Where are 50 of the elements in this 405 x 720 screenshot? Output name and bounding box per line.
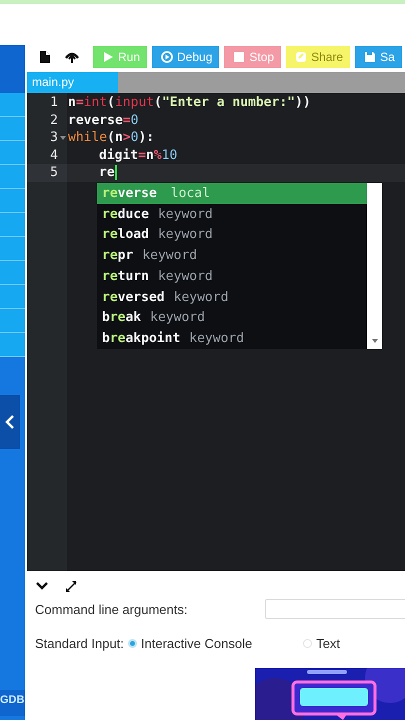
sidebar-item[interactable] xyxy=(0,93,25,117)
share-icon xyxy=(295,51,308,63)
suggestion-item[interactable]: reduce keyword xyxy=(97,204,367,224)
code-line: while(n>0): xyxy=(68,130,154,146)
radio-label[interactable]: Interactive Console xyxy=(140,636,252,651)
radio-label[interactable]: Text xyxy=(316,636,340,651)
upload-icon[interactable] xyxy=(65,50,79,64)
fold-caret-icon[interactable] xyxy=(60,136,66,140)
radio-button[interactable] xyxy=(303,639,312,648)
arguments-label: Command line arguments: xyxy=(35,602,188,616)
suggestion-item[interactable]: return keyword xyxy=(97,266,367,287)
sidebar-item[interactable] xyxy=(0,309,25,333)
line-number: 2 xyxy=(50,112,58,128)
suggestion-item[interactable]: breakpoint keyword xyxy=(97,328,367,349)
sidebar-item[interactable] xyxy=(0,285,25,309)
sidebar-item[interactable] xyxy=(0,261,25,285)
line-number: 5 xyxy=(50,165,58,180)
play-icon xyxy=(102,51,114,63)
sidebar-item[interactable] xyxy=(0,165,25,189)
chevron-down-icon[interactable] xyxy=(36,582,48,590)
sidebar-item[interactable] xyxy=(0,141,25,165)
line-number: 3 xyxy=(50,130,58,146)
chevron-left-icon xyxy=(5,414,15,430)
play-circle-icon xyxy=(161,51,174,63)
square-icon xyxy=(233,51,246,63)
sidebar-item[interactable] xyxy=(0,213,25,237)
arguments-field[interactable] xyxy=(265,599,405,619)
suggestion-item[interactable]: repr keyword xyxy=(97,245,367,266)
line-number: 1 xyxy=(50,95,58,110)
scroll-down-icon[interactable] xyxy=(372,339,378,343)
sidebar-header xyxy=(0,45,25,93)
sidebar-item[interactable] xyxy=(0,333,25,357)
new-file-icon[interactable] xyxy=(39,50,51,64)
radio-button[interactable] xyxy=(128,639,137,648)
text-cursor xyxy=(114,165,117,180)
code-line: n=int(input("Enter a number:")) xyxy=(68,95,311,110)
sidebar-item[interactable] xyxy=(0,117,25,141)
expand-icon[interactable] xyxy=(65,580,78,592)
stdin-label: Standard Input: xyxy=(35,636,124,651)
code-line: reverse=0 xyxy=(68,112,138,128)
code-line: digit=n%10 xyxy=(99,148,178,163)
suggestion-item[interactable]: reversed keyword xyxy=(97,286,367,308)
gdb-label[interactable]: GDB xyxy=(0,690,25,716)
line-number: 4 xyxy=(50,148,58,163)
collapse-button[interactable] xyxy=(0,395,20,449)
code-line: re xyxy=(99,165,115,180)
sidebar-item[interactable] xyxy=(0,189,25,213)
suggestion-item[interactable]: break keyword xyxy=(97,308,367,328)
sidebar-item[interactable] xyxy=(0,237,25,261)
suggestion-item[interactable]: reload keyword xyxy=(97,224,367,246)
